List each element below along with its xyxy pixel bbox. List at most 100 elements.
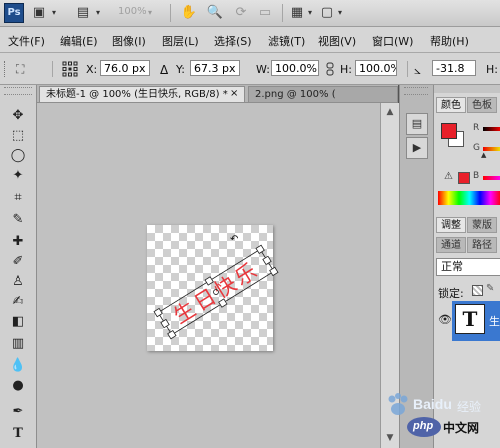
transform-overlay[interactable]: 生日快乐 ↶ (140, 225, 280, 351)
php-logo: php (407, 417, 441, 437)
rotate-cursor-icon: ↶ (230, 234, 238, 245)
lock-pixels-icon[interactable]: ✎ (486, 283, 494, 294)
menu-help[interactable]: 帮助(H) (430, 33, 469, 49)
eyedropper-tool-icon[interactable]: ✎ (6, 211, 30, 229)
tab-channels[interactable]: 通道 (436, 237, 466, 253)
lock-label: 锁定: (438, 287, 464, 300)
transform-handle (153, 307, 163, 318)
watermark-site: 中文网 (443, 421, 480, 435)
layer-text-thumbnail: T (455, 304, 485, 334)
lasso-tool-icon[interactable]: ◯ (6, 147, 30, 165)
transform-handle (160, 318, 170, 329)
reference-point-icon[interactable] (62, 61, 78, 77)
color-ramp[interactable] (438, 191, 500, 205)
rotate-view-icon[interactable]: ⟳ (232, 5, 250, 21)
tab-masks[interactable]: 蒙版 (467, 217, 497, 233)
blend-mode-select[interactable]: 正常 (436, 258, 500, 276)
document-tabs: 未标题-1 @ 100% (生日快乐, RGB/8) * × 2.png @ 1… (37, 85, 398, 103)
tab-label: 2.png @ 100% ( (255, 89, 336, 100)
magic-wand-tool-icon[interactable]: ✦ (6, 167, 30, 185)
arrange-documents-icon[interactable]: ▦ (288, 5, 306, 21)
rotation-angle-field[interactable]: -31.8 (432, 60, 476, 76)
options-bar: ⛶ X: 76.0 px Δ Y: 67.3 px W: 100.0% H: 1… (0, 53, 500, 85)
tab-paths[interactable]: 路径 (467, 237, 497, 253)
menu-image[interactable]: 图像(I) (112, 33, 146, 49)
chevron-down-icon[interactable]: ▾ (306, 5, 314, 21)
eye-icon[interactable]: 👁 (438, 313, 452, 326)
menu-select[interactable]: 选择(S) (214, 33, 252, 49)
php-logo-text: php (413, 420, 434, 432)
toolbar-divider (170, 4, 171, 22)
chevron-down-icon[interactable]: ▾ (336, 5, 344, 21)
dodge-tool-icon[interactable]: ● (6, 377, 30, 395)
blue-slider[interactable] (483, 176, 500, 180)
move-tool-icon[interactable]: ✥ (6, 107, 30, 125)
actions-panel-icon[interactable]: ▶ (406, 137, 428, 159)
ruler-icon[interactable]: ▭ (256, 5, 274, 21)
y-position-field[interactable]: 67.3 px (190, 60, 240, 76)
transform-handle (262, 255, 272, 266)
pen-tool-icon[interactable]: ✒ (6, 403, 30, 421)
crop-tool-icon[interactable]: ⌗ (6, 189, 30, 207)
gradient-tool-icon[interactable]: ▥ (6, 335, 30, 353)
menu-window[interactable]: 窗口(W) (372, 33, 413, 49)
application-bar: Ps ▣ ▾ ▤ ▾ 100% ▾ ✋ 🔍 ⟳ ▭ ▦ ▾ ▢ ▾ (0, 0, 500, 27)
tab-swatches[interactable]: 色板 (467, 97, 497, 113)
chevron-down-icon[interactable]: ▾ (94, 5, 102, 21)
brush-tool-icon[interactable]: ✐ (6, 253, 30, 271)
history-panel-icon[interactable]: ▤ (406, 113, 428, 135)
marquee-tool-icon[interactable]: ⬚ (6, 127, 30, 145)
chevron-down-icon[interactable]: ▾ (50, 5, 58, 21)
zoom-level-dropdown[interactable]: 100% (118, 6, 147, 17)
screen-mode-icon[interactable]: ▢ (318, 5, 336, 21)
menu-file[interactable]: 文件(F) (8, 33, 45, 49)
healing-brush-tool-icon[interactable]: ✚ (6, 233, 30, 251)
chevron-down-icon: ▾ (147, 8, 152, 17)
tab-untitled-1[interactable]: 未标题-1 @ 100% (生日快乐, RGB/8) * (39, 86, 245, 102)
scroll-down-icon[interactable]: ▼ (383, 431, 397, 445)
lock-transparency-icon[interactable] (472, 285, 483, 296)
close-icon[interactable]: × (230, 88, 238, 99)
height-scale-field[interactable]: 100.0% (355, 60, 397, 76)
width-scale-field[interactable]: 100.0% (271, 60, 319, 76)
foreground-color-swatch[interactable] (441, 123, 457, 139)
eraser-tool-icon[interactable]: ◧ (6, 313, 30, 331)
tab-adjustments[interactable]: 调整 (436, 217, 466, 233)
panel-grip (434, 85, 500, 93)
x-position-field[interactable]: 76.0 px (100, 60, 150, 76)
gamut-color-swatch[interactable] (458, 172, 470, 184)
channel-b-label: B (473, 171, 480, 181)
toolbar-divider (282, 4, 283, 22)
zoom-tool-icon[interactable]: 🔍 (206, 5, 224, 21)
history-brush-tool-icon[interactable]: ✍ (6, 293, 30, 311)
baidu-paw-logo (388, 393, 408, 415)
tab-label: 未标题-1 @ 100% (生日快乐, RGB/8) * (46, 89, 228, 100)
photoshop-logo: Ps (4, 3, 24, 23)
launch-bridge-icon[interactable]: ▣ (30, 5, 48, 21)
dock-grip[interactable] (404, 87, 428, 95)
transform-tool-icon[interactable]: ⛶ (16, 61, 38, 77)
options-divider (52, 61, 53, 77)
view-extras-icon[interactable]: ▤ (74, 5, 92, 21)
rotate-angle-icon: ⦣ (414, 63, 421, 77)
link-icon[interactable] (324, 62, 336, 76)
layer-name[interactable]: 生 (489, 313, 500, 329)
options-divider (407, 61, 408, 77)
type-tool-icon[interactable]: T (6, 425, 30, 443)
menu-view[interactable]: 视图(V) (318, 33, 356, 49)
watermark-jingyan: 经验 (457, 400, 482, 414)
clone-stamp-tool-icon[interactable]: ♙ (6, 273, 30, 291)
menu-layer[interactable]: 图层(L) (162, 33, 199, 49)
blur-tool-icon[interactable]: 💧 (6, 357, 30, 375)
gamut-warning-icon[interactable]: ⚠ (444, 171, 453, 182)
menu-edit[interactable]: 编辑(E) (60, 33, 98, 49)
transform-handle (167, 329, 177, 340)
menu-filter[interactable]: 滤镜(T) (268, 33, 305, 49)
hand-tool-icon[interactable]: ✋ (180, 5, 198, 21)
toolbox-grip[interactable] (4, 87, 32, 95)
scroll-up-icon[interactable]: ▲ (383, 105, 397, 119)
tab-2-png[interactable]: 2.png @ 100% ( (248, 86, 398, 102)
red-slider[interactable] (483, 127, 500, 131)
panels-column: 颜色 色板 R G ▲ ⚠ B 调整 蒙版 通道 路径 正常 锁定: ✎ 👁 T… (433, 85, 500, 448)
tab-color[interactable]: 颜色 (436, 97, 466, 113)
